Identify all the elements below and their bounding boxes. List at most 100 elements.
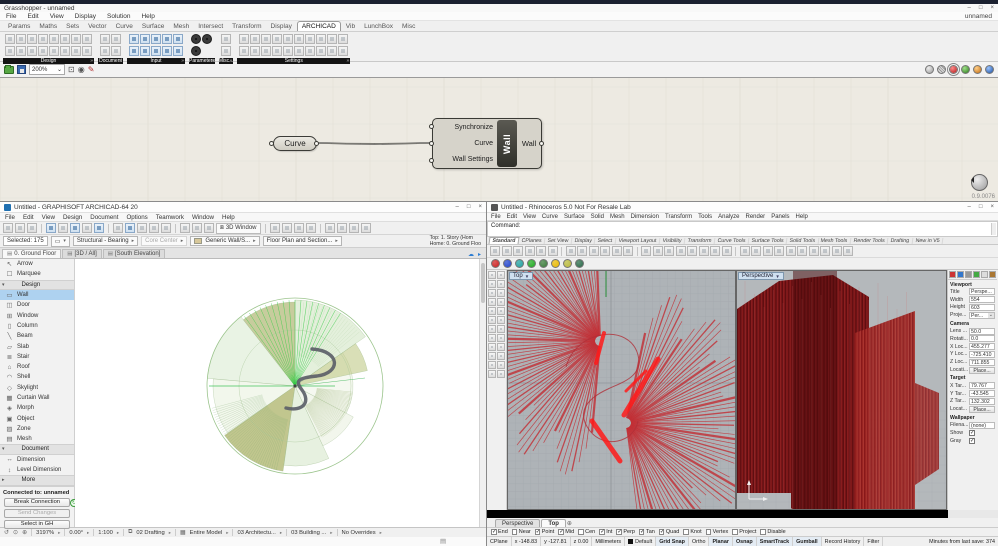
archicad-tool-icon[interactable]	[348, 223, 359, 233]
menu-item[interactable]: Transform	[665, 214, 692, 220]
archicad-tool-icon[interactable]	[137, 223, 147, 233]
view-tab[interactable]: ▤ 0. Ground Floor	[2, 249, 62, 258]
properties-tab-icon[interactable]	[989, 271, 996, 278]
toolbox-item[interactable]: ⌂ Roof	[0, 362, 74, 372]
rhino-tool-icon[interactable]	[652, 246, 663, 256]
cloud-sync-icon[interactable]: ☁	[468, 251, 477, 258]
ribbon-tool-icon[interactable]	[38, 34, 48, 44]
rhino-tool-icon[interactable]	[808, 246, 819, 256]
ribbon-tool-icon[interactable]	[111, 34, 121, 44]
ribbon-tool-icon[interactable]	[294, 46, 305, 56]
archicad-tool-icon[interactable]	[293, 223, 304, 233]
toolbar-tab[interactable]: Mesh Tools	[817, 238, 852, 244]
toolbox-item[interactable]: ◇ Skylight	[0, 383, 74, 393]
grasshopper-canvas[interactable]: Curve Synchronize Curve Wall Settings Wall…	[0, 78, 998, 202]
ribbon-tool-icon[interactable]	[5, 34, 15, 44]
status-toggle[interactable]: Filter	[864, 537, 884, 546]
rhino-tool-icon[interactable]	[501, 246, 512, 256]
property-value[interactable]: 711.855	[969, 358, 995, 366]
property-value[interactable]: Place...	[969, 405, 995, 413]
rhino-tool-icon[interactable]	[675, 246, 686, 256]
grasshopper-tab[interactable]: Vib	[342, 22, 359, 31]
property-value[interactable]: 79.767	[969, 382, 995, 390]
ribbon-tool-icon[interactable]	[5, 46, 15, 56]
osnap-option[interactable]: End	[491, 529, 508, 535]
property-value[interactable]: 603	[969, 303, 995, 311]
toolbox-item[interactable]: Document	[0, 444, 74, 455]
menu-item[interactable]: Dimension	[631, 214, 659, 220]
rhino-tool-icon[interactable]	[687, 246, 697, 256]
archicad-tool-icon[interactable]	[27, 223, 37, 233]
properties-tab-icon[interactable]	[973, 271, 980, 278]
ribbon-tool-icon[interactable]	[162, 34, 172, 44]
property-value[interactable]: 132.302	[969, 397, 995, 405]
ribbon-tool-icon[interactable]	[16, 34, 26, 44]
osnap-checkbox[interactable]	[578, 529, 584, 535]
menu-item[interactable]: Edit	[23, 214, 34, 221]
rhino-sidebar-tool-icon[interactable]	[497, 352, 505, 360]
grasshopper-tab[interactable]: Mesh	[169, 22, 193, 31]
ribbon-tool-icon[interactable]	[71, 46, 81, 56]
model-filter-value[interactable]: Entire Model	[190, 530, 223, 536]
osnap-option[interactable]: Project	[732, 529, 756, 535]
rhino-tool-icon[interactable]	[721, 246, 732, 256]
rhino-sidebar-tool-icon[interactable]	[488, 361, 496, 369]
grasshopper-tab[interactable]: ARCHICAD	[296, 21, 341, 31]
ribbon-tool-icon[interactable]	[151, 46, 161, 56]
rhino-tool-icon[interactable]	[739, 246, 750, 256]
rhino-sidebar-tool-icon[interactable]	[488, 307, 496, 315]
display-mode-wireframe-icon[interactable]	[937, 65, 946, 74]
close-icon[interactable]: ×	[990, 204, 994, 210]
properties-tab-icon[interactable]	[965, 271, 972, 278]
toolbox-item[interactable]: ◠ Shell	[0, 372, 74, 382]
ribbon-tool-icon[interactable]	[294, 34, 305, 44]
menu-item[interactable]: Edit	[507, 214, 517, 220]
view-tab[interactable]: ▤ [South Elevation]	[102, 249, 166, 258]
ribbon-tool-icon[interactable]	[272, 34, 283, 44]
toolbox-item[interactable]: ↕ Level Dimension	[0, 465, 74, 475]
display-mode-blue-icon[interactable]	[985, 65, 994, 74]
toolbar-tab[interactable]: Display	[571, 238, 596, 244]
maximize-icon[interactable]: □	[979, 5, 983, 11]
wall-output-port[interactable]	[539, 141, 544, 146]
ribbon-tool-icon[interactable]	[129, 34, 139, 44]
toolbox-item[interactable]: ▯ Column	[0, 321, 74, 331]
view-tab[interactable]: ▤ [3D / All]	[62, 249, 102, 258]
property-checkbox[interactable]	[969, 429, 975, 436]
menu-item[interactable]: Solution	[107, 13, 131, 20]
menu-item[interactable]: Render	[746, 214, 766, 220]
display-mode-sphere-icon[interactable]	[539, 259, 548, 268]
toolbar-tab[interactable]: Drafting	[887, 238, 913, 244]
toolbox-item[interactable]: More	[0, 475, 74, 486]
wall-component[interactable]: Synchronize Curve Wall Settings Wall Wall	[432, 118, 542, 169]
toolbox-item[interactable]: ▤ Mesh	[0, 434, 74, 444]
property-value[interactable]: Place...	[969, 366, 995, 374]
toolbox-item[interactable]: ◈ Morph	[0, 403, 74, 413]
grasshopper-tab[interactable]: Maths	[35, 22, 61, 31]
rhino-sidebar-tool-icon[interactable]	[488, 325, 496, 333]
rhino-sidebar-tool-icon[interactable]	[488, 280, 496, 288]
layer-combination-value[interactable]: 03 Building ...	[291, 530, 326, 536]
menu-item[interactable]: Document	[90, 214, 118, 221]
status-toggle[interactable]: Osnap	[732, 537, 757, 546]
ribbon-tool-icon[interactable]	[60, 46, 70, 56]
toolbox-item[interactable]: ▨ Zone	[0, 424, 74, 434]
osnap-option[interactable]: Cen	[578, 529, 595, 535]
viewport-perspective[interactable]: Perspective ▼	[736, 270, 947, 510]
rhino-sidebar-tool-icon[interactable]	[497, 316, 505, 324]
viewport-tab[interactable]: Top	[541, 519, 566, 527]
rhino-tool-icon[interactable]	[698, 246, 709, 256]
grasshopper-tab[interactable]: Intersect	[194, 22, 227, 31]
curve-node-output-port[interactable]	[314, 141, 319, 146]
status-toggle[interactable]: Gumball	[793, 537, 822, 546]
toolbar-tab[interactable]: CPlanes	[518, 238, 546, 244]
ribbon-tool-icon[interactable]	[272, 46, 283, 56]
toolbox-item[interactable]: ╲ Beam	[0, 331, 74, 341]
status-toggle[interactable]: SmartTrack	[756, 537, 794, 546]
ribbon-tool-icon[interactable]	[82, 34, 92, 44]
property-value[interactable]: Per...	[969, 311, 995, 319]
menu-item[interactable]: Tools	[698, 214, 712, 220]
toolbar-tab[interactable]: Viewport Layout	[615, 238, 661, 244]
archicad-tool-icon[interactable]	[58, 223, 68, 233]
menu-item[interactable]: Help	[222, 214, 235, 221]
